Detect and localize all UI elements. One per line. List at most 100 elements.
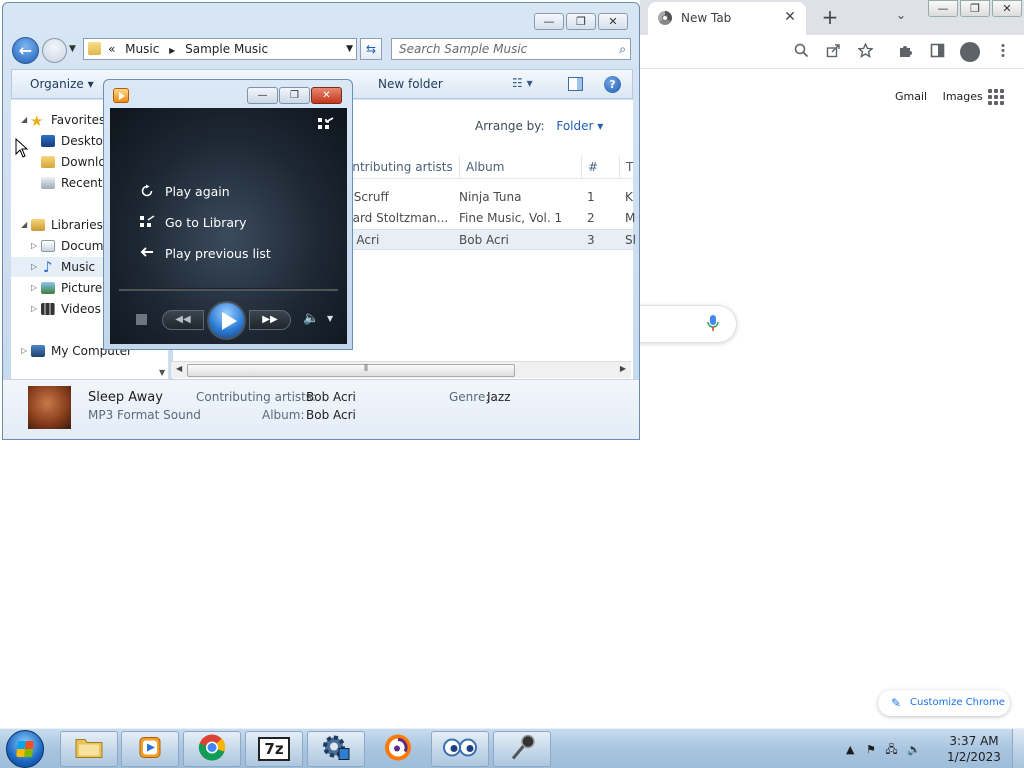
- volume-icon[interactable]: 🔈: [907, 743, 921, 756]
- taskbar-avast[interactable]: [369, 731, 427, 767]
- start-button[interactable]: [6, 730, 44, 768]
- gear-icon: [321, 734, 351, 765]
- play-again-link[interactable]: Play again: [141, 184, 230, 199]
- action-center-flag-icon[interactable]: ⚑: [866, 743, 876, 756]
- close-button[interactable]: ✕: [311, 87, 342, 104]
- media-player-window: — ❐ ✕ Play again Go to Library Play prev…: [103, 79, 353, 350]
- google-apps-icon[interactable]: [988, 89, 1004, 105]
- mute-speaker-icon[interactable]: 🔈: [303, 311, 319, 326]
- details-genre-value[interactable]: Jazz: [487, 390, 511, 404]
- column-number[interactable]: #: [581, 155, 598, 179]
- play-button[interactable]: [207, 301, 246, 340]
- minimize-button[interactable]: —: [534, 13, 564, 30]
- close-button[interactable]: ✕: [598, 13, 628, 30]
- organize-button[interactable]: Organize ▾: [30, 77, 94, 91]
- details-artists-value[interactable]: Bob Acri: [306, 390, 356, 404]
- scroll-right-arrow-icon[interactable]: ▶: [620, 364, 626, 373]
- taskbar-7zip[interactable]: 7z: [245, 731, 303, 767]
- scrollbar-thumb[interactable]: ⦀: [187, 364, 515, 377]
- taskbar-media-player[interactable]: [121, 731, 179, 767]
- expand-icon[interactable]: ▷: [21, 341, 27, 361]
- share-icon[interactable]: [824, 43, 842, 62]
- breadcrumb-music[interactable]: Music: [125, 42, 159, 56]
- nav-favorites[interactable]: ◢ ★ Favorites: [21, 110, 105, 130]
- nav-libraries[interactable]: ◢ Libraries: [21, 215, 103, 235]
- chrome-tab-strip: New Tab ✕ + ⌄ — ❐ ✕: [640, 0, 1024, 35]
- minimize-button[interactable]: —: [247, 87, 278, 104]
- tab-search-icon[interactable]: ⌄: [896, 8, 906, 22]
- minimize-button[interactable]: —: [928, 0, 958, 17]
- details-title: Sleep Away: [88, 390, 163, 405]
- taskbar-settings[interactable]: [307, 731, 365, 767]
- preview-pane-icon[interactable]: [568, 77, 583, 91]
- search-input[interactable]: Search Sample Music ⌕: [391, 38, 631, 60]
- breadcrumb-separator-icon[interactable]: ▶: [169, 46, 175, 55]
- column-contributing-artists[interactable]: ontributing artists: [345, 160, 453, 174]
- previous-button[interactable]: ◀◀: [162, 310, 204, 330]
- taskbar-microphone[interactable]: [493, 731, 551, 767]
- details-album-value[interactable]: Bob Acri: [306, 408, 356, 422]
- address-dropdown-icon[interactable]: ▼: [346, 39, 353, 59]
- customize-chrome-button[interactable]: ✎ Customize Chrome: [878, 690, 1010, 716]
- expand-icon[interactable]: ▷: [31, 257, 37, 277]
- scroll-left-arrow-icon[interactable]: ◀: [176, 364, 182, 373]
- refresh-button[interactable]: ⇆: [360, 38, 382, 60]
- address-bar[interactable]: « Music ▶ Sample Music ▼: [83, 38, 357, 60]
- gmail-link[interactable]: Gmail: [895, 90, 927, 103]
- column-album[interactable]: Album: [459, 155, 504, 179]
- recent-pages-dropdown-icon[interactable]: ▼: [69, 44, 76, 54]
- taskbar-chrome[interactable]: [183, 731, 241, 767]
- play-previous-list-link[interactable]: Play previous list: [140, 246, 271, 261]
- seek-bar[interactable]: [119, 288, 338, 291]
- expand-icon[interactable]: ▷: [31, 278, 37, 298]
- restore-button[interactable]: ❐: [960, 0, 990, 17]
- volume-dropdown-icon[interactable]: ▼: [327, 314, 333, 323]
- breadcrumb-overflow[interactable]: «: [108, 42, 115, 56]
- back-arrow-icon[interactable]: ←: [12, 37, 39, 64]
- new-tab-button[interactable]: +: [818, 5, 842, 29]
- voice-search-mic-icon[interactable]: [706, 314, 720, 332]
- nav-downloads[interactable]: Downlo: [41, 152, 106, 172]
- horizontal-scrollbar[interactable]: ◀ ⦀ ▶: [171, 361, 631, 378]
- zoom-icon[interactable]: [792, 43, 810, 62]
- network-icon[interactable]: 🖧: [885, 743, 897, 756]
- search-icon[interactable]: ⌕: [619, 39, 626, 59]
- images-link[interactable]: Images: [943, 90, 983, 103]
- show-hidden-icons-icon[interactable]: ▲: [846, 743, 854, 756]
- tab-close-icon[interactable]: ✕: [782, 9, 798, 25]
- music-note-icon: ♪: [43, 258, 53, 276]
- tab-new-tab[interactable]: New Tab ✕: [648, 2, 806, 35]
- go-to-library-link[interactable]: Go to Library: [140, 215, 247, 230]
- system-clock[interactable]: 3:37 AM 1/2/2023: [946, 733, 1002, 765]
- collapse-icon[interactable]: ◢: [21, 110, 27, 130]
- column-title[interactable]: T: [619, 155, 633, 179]
- forward-arrow-icon[interactable]: [42, 38, 67, 63]
- arrange-by-dropdown[interactable]: Folder ▾: [556, 119, 603, 133]
- nav-pictures[interactable]: ▷ Pictures: [31, 278, 109, 298]
- breadcrumb-sample-music[interactable]: Sample Music: [185, 42, 268, 56]
- help-icon[interactable]: ?: [604, 76, 621, 93]
- playback-controls: ◀◀ ▶▶ 🔈 ▼: [110, 301, 347, 340]
- expand-icon[interactable]: ▷: [31, 236, 37, 256]
- new-folder-button[interactable]: New folder: [378, 77, 443, 91]
- stop-button[interactable]: [136, 314, 147, 325]
- nav-videos[interactable]: ▷ Videos: [31, 299, 101, 319]
- next-button[interactable]: ▶▶: [249, 310, 291, 330]
- restore-button[interactable]: ❐: [279, 87, 310, 104]
- show-desktop-button[interactable]: [1012, 729, 1024, 768]
- restore-button[interactable]: ❐: [566, 13, 596, 30]
- scroll-down-arrow-icon[interactable]: ▼: [159, 368, 165, 377]
- taskbar-explorer[interactable]: [60, 731, 118, 767]
- more-menu-icon[interactable]: [994, 43, 1012, 62]
- collapse-icon[interactable]: ◢: [21, 215, 27, 235]
- expand-icon[interactable]: ▷: [31, 299, 37, 319]
- taskbar-eyes[interactable]: [431, 731, 489, 767]
- side-panel-icon[interactable]: [928, 43, 946, 62]
- bookmark-star-icon[interactable]: [856, 42, 874, 62]
- taskbar: 7z ▲ ⚑ 🖧 🔈 3:37 AM 1/2/2023: [0, 728, 1024, 768]
- switch-to-library-icon[interactable]: [317, 116, 335, 132]
- profile-avatar-icon[interactable]: [960, 42, 980, 62]
- change-view-icon[interactable]: ☷ ▾: [512, 76, 533, 90]
- close-button[interactable]: ✕: [992, 0, 1022, 17]
- extensions-puzzle-icon[interactable]: [896, 43, 914, 62]
